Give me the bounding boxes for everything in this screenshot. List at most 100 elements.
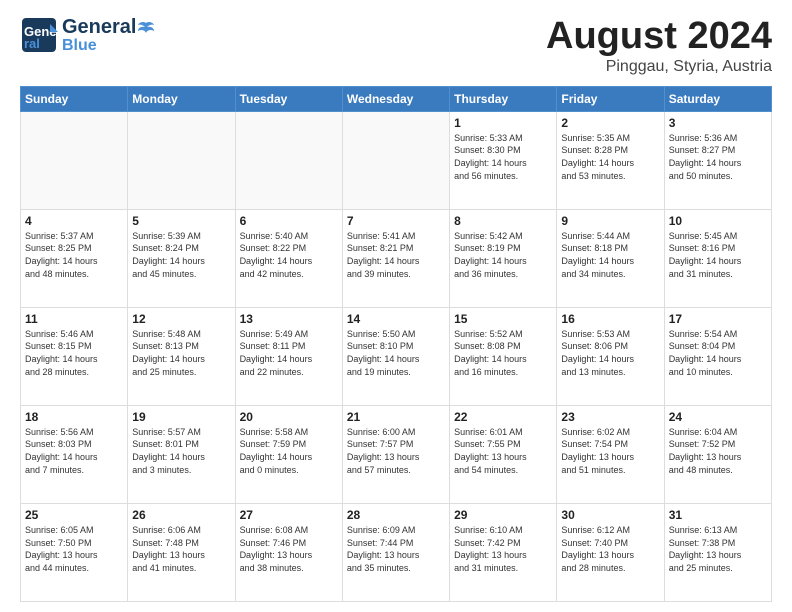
day-number: 2 <box>561 116 659 130</box>
day-cell: 1 Sunrise: 5:33 AM Sunset: 8:30 PM Daylig… <box>450 111 557 209</box>
day-cell: 19Sunrise: 5:57 AM Sunset: 8:01 PM Dayli… <box>128 405 235 503</box>
day-info: Sunrise: 5:48 AM Sunset: 8:13 PM Dayligh… <box>132 328 230 378</box>
day-cell: 20 Sunrise: 5:58 AM Sunset: 7:59 PM Dayli… <box>235 405 342 503</box>
day-info: Sunrise: 5:54 AM Sunset: 8:04 PM Dayligh… <box>669 328 767 378</box>
day-cell: 27Sunrise: 6:08 AM Sunset: 7:46 PM Dayli… <box>235 503 342 601</box>
day-number: 1 <box>454 116 552 130</box>
day-info: Sunrise: 6:12 AM Sunset: 7:40 PM Dayligh… <box>561 524 659 574</box>
day-info: Sunrise: 5:42 AM Sunset: 8:19 PM Dayligh… <box>454 230 552 280</box>
header-cell-sunday: Sunday <box>21 86 128 111</box>
day-info: Sunrise: 5:44 AM Sunset: 8:18 PM Dayligh… <box>561 230 659 280</box>
day-number: 27 <box>240 508 338 522</box>
logo-icon: Gene ral <box>20 16 58 54</box>
day-info: Sunrise: 6:10 AM Sunset: 7:42 PM Dayligh… <box>454 524 552 574</box>
day-info: Sunrise: 6:06 AM Sunset: 7:48 PM Dayligh… <box>132 524 230 574</box>
day-number: 6 <box>240 214 338 228</box>
day-info: Sunrise: 6:01 AM Sunset: 7:55 PM Dayligh… <box>454 426 552 476</box>
week-row-3: 11 Sunrise: 5:46 AM Sunset: 8:15 PM Dayli… <box>21 307 772 405</box>
day-number: 25 <box>25 508 123 522</box>
day-info: Sunrise: 5:35 AM Sunset: 8:28 PM Dayligh… <box>561 132 659 182</box>
day-number: 28 <box>347 508 445 522</box>
header-cell-saturday: Saturday <box>664 86 771 111</box>
day-number: 22 <box>454 410 552 424</box>
day-cell: 14Sunrise: 5:50 AM Sunset: 8:10 PM Dayli… <box>342 307 449 405</box>
header-cell-thursday: Thursday <box>450 86 557 111</box>
day-cell: 26Sunrise: 6:06 AM Sunset: 7:48 PM Dayli… <box>128 503 235 601</box>
day-number: 10 <box>669 214 767 228</box>
day-number: 18 <box>25 410 123 424</box>
day-number: 19 <box>132 410 230 424</box>
day-number: 30 <box>561 508 659 522</box>
day-cell: 21Sunrise: 6:00 AM Sunset: 7:57 PM Dayli… <box>342 405 449 503</box>
day-info: Sunrise: 5:50 AM Sunset: 8:10 PM Dayligh… <box>347 328 445 378</box>
day-number: 3 <box>669 116 767 130</box>
day-cell: 18 Sunrise: 5:56 AM Sunset: 8:03 PM Dayli… <box>21 405 128 503</box>
day-info: Sunrise: 5:56 AM Sunset: 8:03 PM Dayligh… <box>25 426 123 476</box>
day-number: 24 <box>669 410 767 424</box>
day-number: 31 <box>669 508 767 522</box>
day-info: Sunrise: 6:04 AM Sunset: 7:52 PM Dayligh… <box>669 426 767 476</box>
day-cell: 24 Sunrise: 6:04 AM Sunset: 7:52 PM Dayli… <box>664 405 771 503</box>
day-number: 16 <box>561 312 659 326</box>
week-row-1: 1 Sunrise: 5:33 AM Sunset: 8:30 PM Daylig… <box>21 111 772 209</box>
week-row-5: 25 Sunrise: 6:05 AM Sunset: 7:50 PM Dayli… <box>21 503 772 601</box>
logo: Gene ral General Blue <box>20 16 156 54</box>
day-info: Sunrise: 5:36 AM Sunset: 8:27 PM Dayligh… <box>669 132 767 182</box>
day-cell: 8 Sunrise: 5:42 AM Sunset: 8:19 PM Daylig… <box>450 209 557 307</box>
day-number: 13 <box>240 312 338 326</box>
day-cell: 2 Sunrise: 5:35 AM Sunset: 8:28 PM Daylig… <box>557 111 664 209</box>
day-number: 15 <box>454 312 552 326</box>
day-info: Sunrise: 6:13 AM Sunset: 7:38 PM Dayligh… <box>669 524 767 574</box>
day-number: 4 <box>25 214 123 228</box>
day-cell <box>235 111 342 209</box>
day-cell: 4 Sunrise: 5:37 AM Sunset: 8:25 PM Daylig… <box>21 209 128 307</box>
day-cell: 5Sunrise: 5:39 AM Sunset: 8:24 PM Daylig… <box>128 209 235 307</box>
day-cell: 29Sunrise: 6:10 AM Sunset: 7:42 PM Dayli… <box>450 503 557 601</box>
day-cell <box>128 111 235 209</box>
day-info: Sunrise: 5:37 AM Sunset: 8:25 PM Dayligh… <box>25 230 123 280</box>
day-number: 8 <box>454 214 552 228</box>
day-number: 12 <box>132 312 230 326</box>
header-cell-wednesday: Wednesday <box>342 86 449 111</box>
day-cell: 30 Sunrise: 6:12 AM Sunset: 7:40 PM Dayli… <box>557 503 664 601</box>
calendar-header: SundayMondayTuesdayWednesdayThursdayFrid… <box>21 86 772 111</box>
page: Gene ral General Blue August 2024 Pingga… <box>0 0 792 612</box>
page-subtitle: Pinggau, Styria, Austria <box>546 58 772 76</box>
day-cell: 16Sunrise: 5:53 AM Sunset: 8:06 PM Dayli… <box>557 307 664 405</box>
day-number: 17 <box>669 312 767 326</box>
day-info: Sunrise: 6:02 AM Sunset: 7:54 PM Dayligh… <box>561 426 659 476</box>
header-cell-friday: Friday <box>557 86 664 111</box>
day-cell: 13 Sunrise: 5:49 AM Sunset: 8:11 PM Dayli… <box>235 307 342 405</box>
header: Gene ral General Blue August 2024 Pingga… <box>20 16 772 76</box>
day-number: 7 <box>347 214 445 228</box>
day-info: Sunrise: 6:05 AM Sunset: 7:50 PM Dayligh… <box>25 524 123 574</box>
day-cell: 25 Sunrise: 6:05 AM Sunset: 7:50 PM Dayli… <box>21 503 128 601</box>
day-number: 23 <box>561 410 659 424</box>
title-section: August 2024 Pinggau, Styria, Austria <box>546 16 772 76</box>
day-number: 20 <box>240 410 338 424</box>
header-cell-monday: Monday <box>128 86 235 111</box>
day-info: Sunrise: 5:49 AM Sunset: 8:11 PM Dayligh… <box>240 328 338 378</box>
svg-text:ral: ral <box>24 36 40 51</box>
calendar-table: SundayMondayTuesdayWednesdayThursdayFrid… <box>20 86 772 602</box>
day-info: Sunrise: 6:00 AM Sunset: 7:57 PM Dayligh… <box>347 426 445 476</box>
day-cell: 22 Sunrise: 6:01 AM Sunset: 7:55 PM Dayli… <box>450 405 557 503</box>
day-cell: 11 Sunrise: 5:46 AM Sunset: 8:15 PM Dayli… <box>21 307 128 405</box>
logo-bird-icon <box>137 19 155 37</box>
day-cell: 31 Sunrise: 6:13 AM Sunset: 7:38 PM Dayli… <box>664 503 771 601</box>
page-title: August 2024 <box>546 16 772 58</box>
day-cell: 10 Sunrise: 5:45 AM Sunset: 8:16 PM Dayli… <box>664 209 771 307</box>
day-cell: 17 Sunrise: 5:54 AM Sunset: 8:04 PM Dayli… <box>664 307 771 405</box>
day-info: Sunrise: 5:40 AM Sunset: 8:22 PM Dayligh… <box>240 230 338 280</box>
day-cell <box>21 111 128 209</box>
logo-name: General <box>62 16 156 38</box>
day-info: Sunrise: 5:45 AM Sunset: 8:16 PM Dayligh… <box>669 230 767 280</box>
day-info: Sunrise: 5:33 AM Sunset: 8:30 PM Dayligh… <box>454 132 552 182</box>
day-number: 11 <box>25 312 123 326</box>
day-info: Sunrise: 5:39 AM Sunset: 8:24 PM Dayligh… <box>132 230 230 280</box>
header-cell-tuesday: Tuesday <box>235 86 342 111</box>
day-info: Sunrise: 5:46 AM Sunset: 8:15 PM Dayligh… <box>25 328 123 378</box>
day-number: 9 <box>561 214 659 228</box>
day-info: Sunrise: 5:58 AM Sunset: 7:59 PM Dayligh… <box>240 426 338 476</box>
header-row: SundayMondayTuesdayWednesdayThursdayFrid… <box>21 86 772 111</box>
